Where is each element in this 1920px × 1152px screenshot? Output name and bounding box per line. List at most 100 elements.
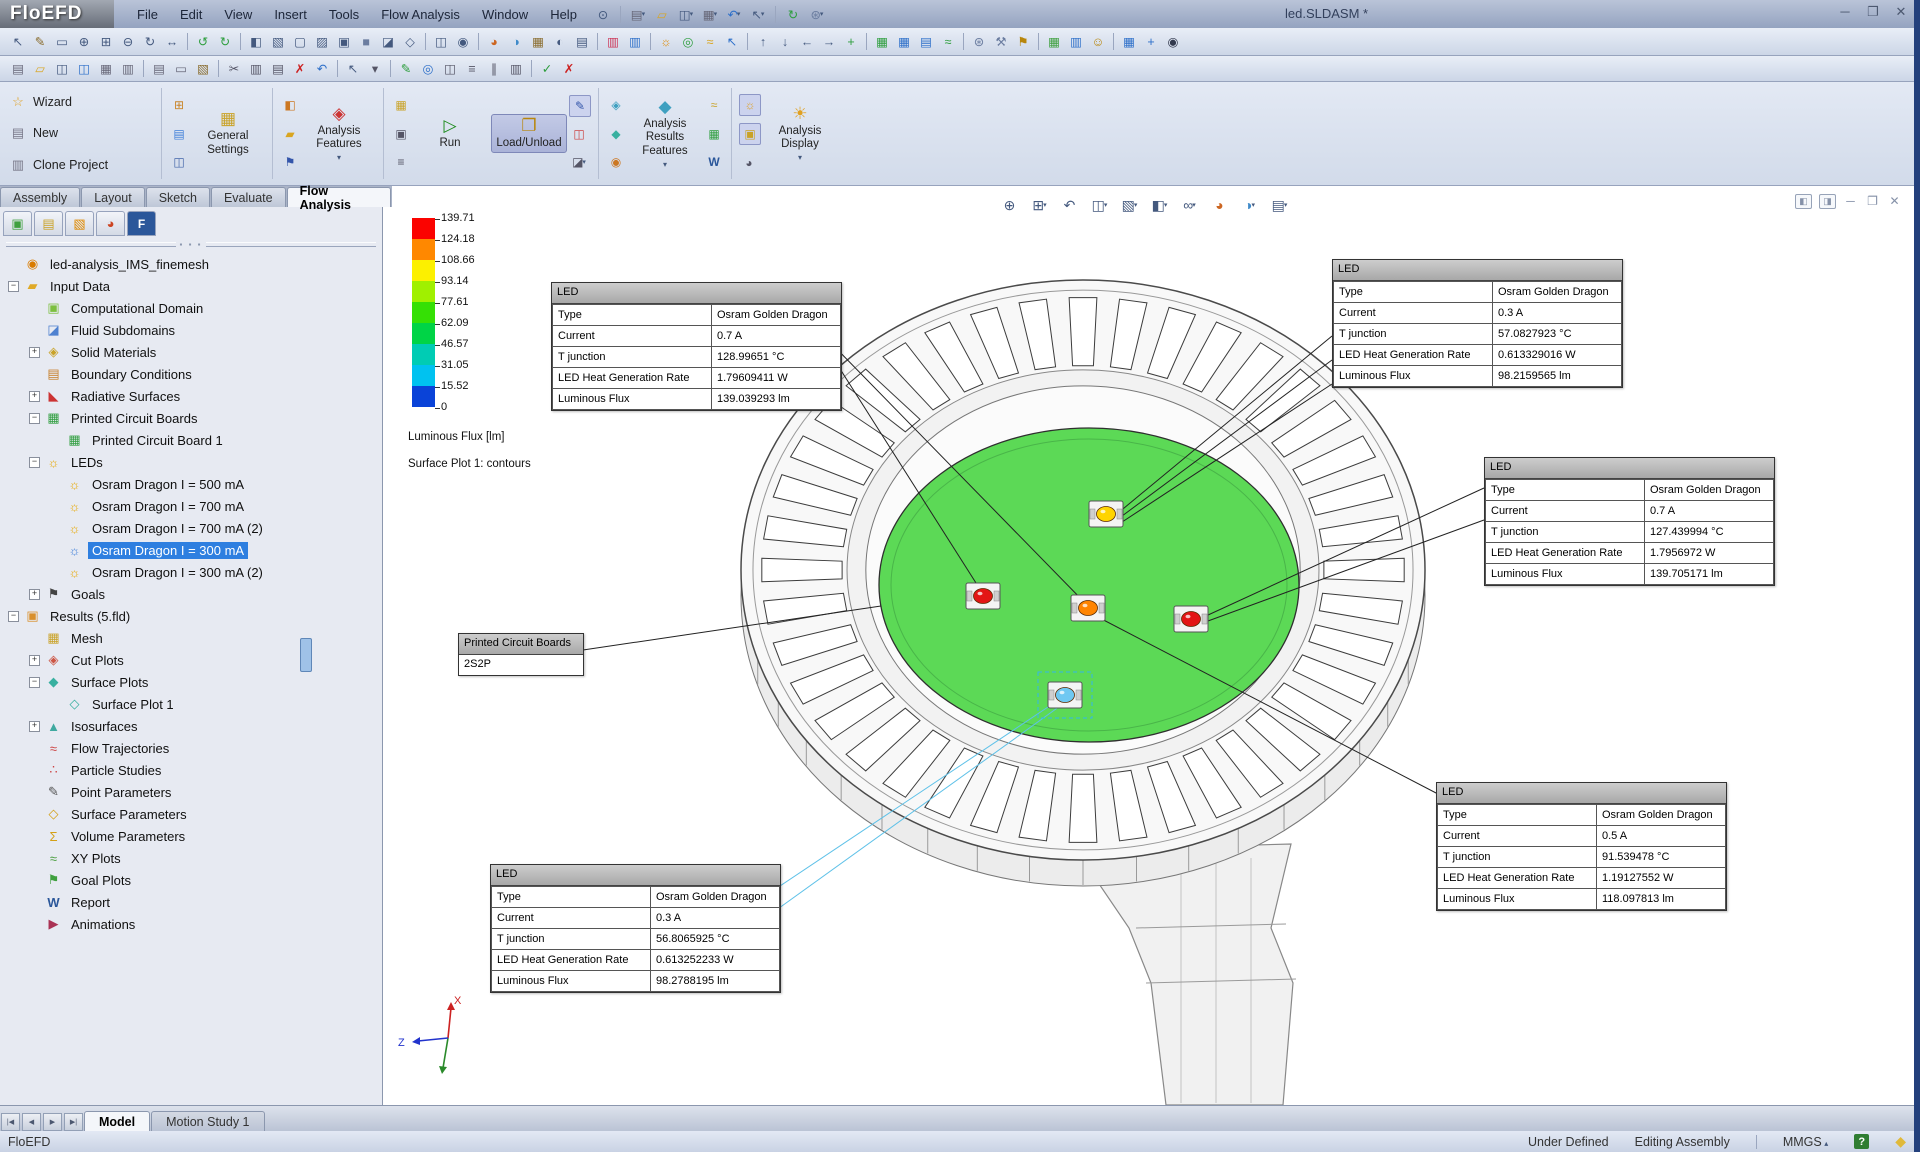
save-icon[interactable]: ◫▾ <box>676 4 696 24</box>
close-icon[interactable]: ✕ <box>1892 4 1910 20</box>
tree-item[interactable]: ≈Flow Trajectories <box>0 737 382 759</box>
analysis-results-features-button[interactable]: ◆ Analysis Results Features ▾ <box>628 96 702 171</box>
close-red-icon[interactable]: ✗ <box>559 59 579 79</box>
apply-scene-icon[interactable]: ◑▾ <box>1236 194 1263 216</box>
units-icon[interactable]: ▤ <box>169 124 189 144</box>
tab-evaluate[interactable]: Evaluate <box>211 187 286 207</box>
undo-icon[interactable]: ↶ <box>312 59 332 79</box>
excel-green-icon[interactable]: ▦ <box>872 32 892 52</box>
panel-splitter[interactable]: ▪ ▪ ▪ <box>0 238 382 250</box>
split-view-icon[interactable]: ◫ <box>440 59 460 79</box>
menu-help[interactable]: Help <box>541 3 586 26</box>
tree-item[interactable]: ☼Osram Dragon I = 300 mA (2) <box>0 561 382 583</box>
tree-item[interactable]: −▰Input Data <box>0 275 382 297</box>
hidden-lines-icon[interactable]: ▨ <box>312 32 332 52</box>
move-left-icon[interactable]: ← <box>797 32 817 52</box>
curvature-icon[interactable]: ◐ <box>550 32 570 52</box>
save-all-icon[interactable]: ◫ <box>74 59 94 79</box>
search-icon[interactable]: ⊙ <box>593 4 613 24</box>
general-settings-button[interactable]: ▦ General Settings <box>191 108 265 158</box>
results-eyedropper-icon[interactable]: ✎ <box>569 95 591 117</box>
tree-item[interactable]: −☼LEDs <box>0 451 382 473</box>
batch-run-icon[interactable]: ≡ <box>391 152 411 172</box>
excel-3-icon[interactable]: ▦ <box>1119 32 1139 52</box>
section-view-icon[interactable]: ◫▾ <box>1086 194 1113 216</box>
new-doc-icon[interactable]: ▤ <box>8 59 28 79</box>
split-left-icon[interactable]: ◧ <box>1795 194 1812 209</box>
goal-dot-icon[interactable]: ◉ <box>606 152 626 172</box>
select-arrow-icon[interactable]: ↖ <box>343 59 363 79</box>
collapse-icon[interactable]: − <box>8 611 19 622</box>
led-table-top-left[interactable]: LEDTypeOsram Golden DragonCurrent0.7 AT … <box>551 282 842 411</box>
led-table-bottom-center[interactable]: LEDTypeOsram Golden DragonCurrent0.3 AT … <box>490 864 781 993</box>
print-preview-icon[interactable]: ▥ <box>118 59 138 79</box>
caret-down-icon[interactable]: ▾ <box>365 59 385 79</box>
menu-edit[interactable]: Edit <box>171 3 211 26</box>
tree-item[interactable]: WReport <box>0 891 382 913</box>
boundary-condition-icon[interactable]: ◧ <box>280 95 300 115</box>
move-right-icon[interactable]: → <box>819 32 839 52</box>
tree-item[interactable]: ✎Point Parameters <box>0 781 382 803</box>
solver-icon[interactable]: ▣ <box>391 124 411 144</box>
open-folder-icon[interactable]: ▱ <box>30 59 50 79</box>
scene-icon[interactable]: ◑ <box>506 32 526 52</box>
tree-item[interactable]: +⚑Goals <box>0 583 382 605</box>
wrench-tool-icon[interactable]: ⚒ <box>991 32 1011 52</box>
globe-blue-icon[interactable]: ◎ <box>418 59 438 79</box>
shadow-icon[interactable]: ◪ <box>378 32 398 52</box>
wireframe-icon[interactable]: ▢ <box>290 32 310 52</box>
property-manager-tab[interactable]: ▤ <box>34 211 63 236</box>
chart-yellow-icon[interactable]: ≈ <box>700 32 720 52</box>
tree-item[interactable]: ▶Animations <box>0 913 382 935</box>
floefd-analysis-tab[interactable]: F <box>127 211 156 236</box>
menu-file[interactable]: File <box>128 3 167 26</box>
grid-blue-icon[interactable]: ▦ <box>894 32 914 52</box>
tree-item[interactable]: ≈XY Plots <box>0 847 382 869</box>
display-mode-icon[interactable]: ◕ <box>739 153 759 173</box>
expand-icon[interactable]: + <box>29 391 40 402</box>
minimize-icon[interactable]: ─ <box>1836 4 1854 20</box>
tree-item[interactable]: ◪Fluid Subdomains <box>0 319 382 341</box>
rebuild-icon[interactable]: ↻ <box>783 4 803 24</box>
zebra-icon[interactable]: ▤ <box>572 32 592 52</box>
plot-icon[interactable]: ◆ <box>606 124 626 144</box>
undo-icon[interactable]: ↶▾ <box>724 4 744 24</box>
tree-item[interactable]: +▲Isosurfaces <box>0 715 382 737</box>
page-setup-icon[interactable]: ▤ <box>149 59 169 79</box>
zoom-area-icon[interactable]: ⊞▾ <box>1026 194 1053 216</box>
move-down-icon[interactable]: ↓ <box>775 32 795 52</box>
print-icon[interactable]: ▦▾ <box>700 4 720 24</box>
display-style-icon[interactable]: ◧▾ <box>1146 194 1173 216</box>
select-arrow-icon[interactable]: ↖ <box>8 32 28 52</box>
load-unload-button[interactable]: ❐ Load/Unload <box>491 114 567 153</box>
viewport-minimize-icon[interactable]: ─ <box>1843 194 1858 207</box>
tab-assembly[interactable]: Assembly <box>0 187 80 207</box>
redraw-icon[interactable]: ↺ <box>193 32 213 52</box>
tree-item[interactable]: ☼Osram Dragon I = 300 mA <box>0 539 382 561</box>
first-tab-icon[interactable]: |◀ <box>1 1113 20 1131</box>
flag-check-icon[interactable]: ⚑ <box>1013 32 1033 52</box>
tree-item[interactable]: ▦Mesh <box>0 627 382 649</box>
view-settings-icon[interactable]: ▤▾ <box>1266 194 1293 216</box>
screen-icon[interactable]: ▭ <box>52 32 72 52</box>
pan-icon[interactable]: ↔ <box>162 32 182 52</box>
texture-icon[interactable]: ▦ <box>528 32 548 52</box>
tree-item[interactable]: ▦Printed Circuit Board 1 <box>0 429 382 451</box>
help-icon[interactable]: ? <box>1854 1134 1869 1149</box>
wand-icon[interactable]: ✎ <box>30 32 50 52</box>
collapse-icon[interactable]: − <box>8 281 19 292</box>
tree-item[interactable]: +◈Cut Plots <box>0 649 382 671</box>
delete-red-icon[interactable]: ✗ <box>290 59 310 79</box>
expand-icon[interactable]: + <box>29 347 40 358</box>
previous-view-icon[interactable]: ↶ <box>1056 194 1083 216</box>
plus-add-icon[interactable]: + <box>1141 32 1161 52</box>
led-table-top-right[interactable]: LEDTypeOsram Golden DragonCurrent0.3 AT … <box>1332 259 1623 388</box>
zoom-fit-icon[interactable]: ⊕ <box>996 194 1023 216</box>
select-arrow-icon[interactable]: ↖▾ <box>748 4 768 24</box>
front-view-icon[interactable]: ◧ <box>246 32 266 52</box>
check-green-icon[interactable]: ✓ <box>537 59 557 79</box>
analysis-features-button[interactable]: ◈ Analysis Features ▾ <box>302 103 376 164</box>
hide-show-icon[interactable]: ∞▾ <box>1176 194 1203 216</box>
appearance-icon[interactable]: ◕ <box>484 32 504 52</box>
last-tab-icon[interactable]: ▶| <box>64 1113 83 1131</box>
